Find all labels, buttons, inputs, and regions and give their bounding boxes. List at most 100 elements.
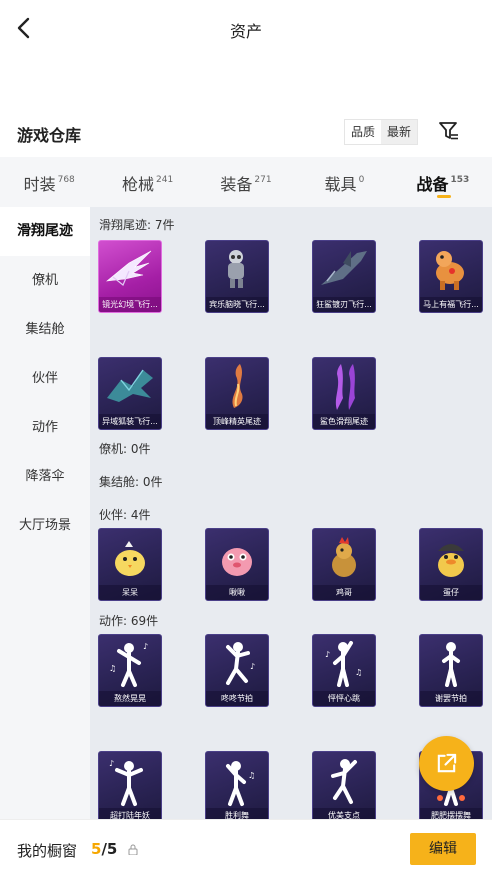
warehouse-title: 游戏仓库 (17, 126, 82, 145)
item-card[interactable]: ♪ 超打陆年妖 (98, 751, 162, 819)
header: 资产 (0, 0, 492, 58)
svg-text:♪: ♪ (250, 662, 255, 671)
assets-page: 资产 游戏仓库 品质 最新 时装 768 枪械 241 装备 271 载具 0 战备 15… (0, 0, 492, 876)
edit-button[interactable]: 编辑 (410, 833, 476, 865)
item-card[interactable]: ♪ ♫ 熬然晃晃 (98, 634, 162, 707)
fox-trail-icon (107, 369, 153, 402)
item-label: 优美支点 (313, 808, 375, 819)
dancer-emote-icon: ♪ (226, 642, 255, 685)
svg-text:♫: ♫ (248, 771, 255, 780)
item-label: 镜光幻境飞行... (99, 297, 161, 312)
item-label: 马上有福飞行... (420, 297, 482, 312)
wing-trail-icon (106, 250, 152, 286)
tab-label: 载具 (324, 175, 357, 194)
flame-trail-icon (232, 364, 243, 408)
item-label: 啾啾 (206, 585, 268, 600)
rooster-partner-icon (332, 537, 356, 577)
tab-count: 241 (156, 175, 174, 185)
svg-text:♪: ♪ (109, 759, 114, 768)
item-card[interactable]: 谢罢节拍 (419, 634, 483, 707)
filter-icon (439, 122, 458, 140)
item-card[interactable]: 镜光幻境飞行... (98, 240, 162, 313)
sort-quality-button[interactable]: 品质 (345, 120, 382, 144)
side-item-lobby-scene[interactable]: 大厅场景 (0, 501, 90, 550)
robot-trail-icon (228, 250, 244, 288)
item-card[interactable]: 异域狐装飞行... (98, 357, 162, 430)
dancer-emote-icon: ♪ (109, 759, 143, 806)
side-item-emote[interactable]: 动作 (0, 403, 90, 452)
item-card[interactable]: 宾乐脑晓飞行... (205, 240, 269, 313)
tab-equipment[interactable]: 装备 271 (197, 157, 295, 207)
section-heading-emote: 动作: 69件 (99, 614, 159, 628)
tab-count: 0 (358, 175, 365, 185)
tab-battle-gear[interactable]: 战备 153 (394, 157, 492, 207)
tab-count: 153 (450, 175, 470, 185)
item-label: 胜利舞 (206, 808, 268, 819)
item-label: 呆呆 (99, 585, 161, 600)
tab-vehicles[interactable]: 载具 0 (295, 157, 393, 207)
dancer-emote-icon: ♪♫ (109, 642, 148, 687)
dancer-emote-icon (331, 759, 357, 804)
item-card[interactable]: ♪ ♫ 怦怦心跳 (312, 634, 376, 707)
purple-trail-icon (335, 364, 355, 410)
svg-text:♫: ♫ (109, 664, 116, 673)
page-title: 资产 (229, 22, 262, 41)
tab-label: 时装 (23, 175, 56, 194)
filter-button[interactable] (436, 118, 462, 144)
side-item-trail[interactable]: 滑翔尾迹 (0, 207, 90, 256)
item-card[interactable]: 顶峰精英尾迹 (205, 357, 269, 430)
item-card[interactable]: ♪ 咚咚节拍 (205, 634, 269, 707)
item-card[interactable]: 鸡哥 (312, 528, 376, 601)
tab-fashion[interactable]: 时装 768 (0, 157, 98, 207)
item-label: 异域狐装飞行... (99, 414, 161, 429)
item-label: 怦怦心跳 (313, 691, 375, 706)
item-card[interactable]: 狂鲨镀刃飞行... (312, 240, 376, 313)
horse-trail-icon (436, 251, 464, 290)
showcase-bar: 我的橱窗 5/5 编辑 (0, 819, 492, 876)
tab-count: 271 (254, 175, 272, 185)
item-card[interactable]: 蛋仔 (419, 528, 483, 601)
side-item-pod[interactable]: 集结舱 (0, 305, 90, 354)
dancer-emote-icon: ♫ (226, 761, 255, 806)
item-label: 谢罢节拍 (420, 691, 482, 706)
item-card[interactable]: 鲨色滑翔尾迹 (312, 357, 376, 430)
bird-partner-icon (222, 548, 252, 576)
svg-text:♪: ♪ (143, 642, 148, 651)
showcase-count: 5/5 (91, 840, 117, 858)
item-card[interactable]: 啾啾 (205, 528, 269, 601)
duck-partner-icon (438, 544, 464, 577)
sort-newest-button[interactable]: 最新 (381, 120, 418, 144)
item-label: 超打陆年妖 (99, 808, 161, 819)
item-card[interactable]: 马上有福飞行... (419, 240, 483, 313)
sort-toggle: 品质 最新 (344, 119, 419, 145)
chick-partner-icon (115, 541, 145, 576)
tab-weapons[interactable]: 枪械 241 (98, 157, 196, 207)
tab-count: 768 (57, 175, 75, 185)
tab-label: 装备 (220, 175, 253, 194)
tab-label: 战备 (416, 175, 449, 194)
side-item-partner[interactable]: 伙伴 (0, 354, 90, 403)
section-heading-pod: 集结舱: 0件 (99, 475, 163, 489)
item-card[interactable]: ♫ 胜利舞 (205, 751, 269, 819)
section-heading-partner: 伙伴: 4件 (99, 508, 151, 522)
item-card[interactable]: 优美支点 (312, 751, 376, 819)
side-item-drone[interactable]: 僚机 (0, 256, 90, 305)
section-heading-trail: 滑翔尾迹: 7件 (99, 218, 175, 232)
dancer-emote-icon: ♪♫ (325, 641, 362, 687)
item-label: 肥肥摆摆舞 (420, 808, 482, 819)
item-label: 鸡哥 (313, 585, 375, 600)
showcase-total: /5 (101, 840, 118, 858)
item-label: 狂鲨镀刃飞行... (313, 297, 375, 312)
item-label: 熬然晃晃 (99, 691, 161, 706)
item-card[interactable]: 呆呆 (98, 528, 162, 601)
item-label: 宾乐脑晓飞行... (206, 297, 268, 312)
side-nav: 滑翔尾迹 僚机 集结舱 伙伴 动作 降落伞 大厅场景 (0, 207, 90, 819)
share-button[interactable] (419, 736, 474, 791)
dancer-emote-icon (442, 642, 460, 687)
side-item-parachute[interactable]: 降落伞 (0, 452, 90, 501)
item-label: 顶峰精英尾迹 (206, 414, 268, 429)
section-heading-drone: 僚机: 0件 (99, 442, 151, 456)
tab-label: 枪械 (122, 175, 155, 194)
category-tabs: 时装 768 枪械 241 装备 271 载具 0 战备 153 (0, 157, 492, 207)
showcase-label: 我的橱窗 (17, 842, 78, 860)
